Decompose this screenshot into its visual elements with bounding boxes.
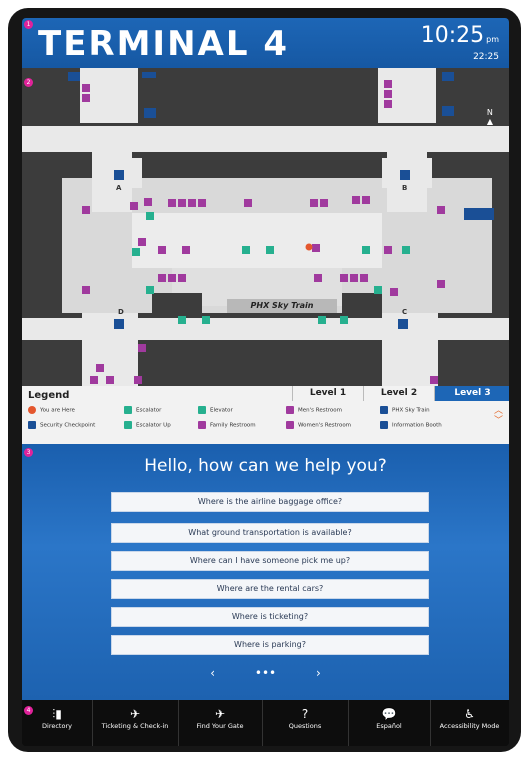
ticketing-icon: ✈︎ bbox=[129, 707, 141, 721]
gate-label-b: B bbox=[402, 184, 408, 192]
map-drawing bbox=[22, 68, 509, 408]
nav-accessibility-button[interactable]: ♿ Accessibility Mode bbox=[430, 700, 509, 746]
legend-item-information-booth: Information Booth bbox=[380, 421, 442, 429]
nav-accessibility-label: Accessibility Mode bbox=[439, 722, 500, 730]
gate-label-d: D bbox=[118, 308, 124, 316]
question-button-baggage-office[interactable]: Where is the airline baggage office? bbox=[111, 492, 429, 512]
map-upper-hall bbox=[22, 126, 509, 152]
airplane-icon: ✈ bbox=[214, 707, 226, 721]
kiosk-screen: TERMINAL 4 10:25 pm 22:25 1 A B C D N ▲ … bbox=[22, 18, 509, 746]
tab-level-2[interactable]: Level 2 bbox=[363, 386, 434, 401]
clock-time: 10:25 bbox=[420, 23, 485, 48]
legend-item-elevator: Elevator bbox=[198, 406, 233, 414]
nav-directory-button[interactable]: ⫶▮ Directory bbox=[22, 700, 93, 746]
question-button-parking[interactable]: Where is parking? bbox=[111, 635, 429, 655]
help-panel: Hello, how can we help you? Where is the… bbox=[22, 444, 509, 700]
nav-find-gate-label: Find Your Gate bbox=[196, 722, 244, 730]
womens-restroom-icon bbox=[286, 421, 294, 429]
escalator-up-icon bbox=[124, 421, 132, 429]
page-title: TERMINAL 4 bbox=[38, 24, 290, 64]
prev-page-icon[interactable]: ‹ bbox=[210, 666, 215, 680]
nav-espanol-button[interactable]: 💬 Español bbox=[348, 700, 431, 746]
clock: 10:25 pm 22:25 bbox=[420, 23, 499, 63]
question-button-ground-transportation[interactable]: What ground transportation is available? bbox=[111, 523, 429, 543]
question-button-pick-up[interactable]: Where can I have someone pick me up? bbox=[111, 551, 429, 571]
north-label: N bbox=[486, 108, 493, 117]
tab-level-1[interactable]: Level 1 bbox=[292, 386, 363, 401]
nav-ticketing-label: Ticketing & Check-in bbox=[101, 722, 169, 730]
question-pager: ‹ ••• › bbox=[22, 666, 509, 680]
accessibility-icon: ♿ bbox=[464, 707, 475, 721]
question-icon: ? bbox=[301, 707, 309, 721]
nav-find-gate-button[interactable]: ✈ Find Your Gate bbox=[178, 700, 263, 746]
north-indicator: N ▲ bbox=[487, 108, 493, 126]
pin-icon bbox=[28, 406, 36, 414]
chevron-down-icon[interactable]: ﹀ bbox=[494, 416, 503, 426]
mens-restroom-icon bbox=[286, 406, 294, 414]
legend-item-womens-restroom: Women's Restroom bbox=[286, 421, 351, 429]
elevator-icon bbox=[198, 406, 206, 414]
legend-title: Legend bbox=[28, 390, 70, 401]
nav-questions-button[interactable]: ? Questions bbox=[262, 700, 349, 746]
terminal-map[interactable]: A B C D N ▲ PHX Sky Train bbox=[22, 68, 509, 408]
legend-item-mens-restroom: Men's Restroom bbox=[286, 406, 342, 414]
question-button-ticketing[interactable]: Where is ticketing? bbox=[111, 607, 429, 627]
language-icon: 💬 bbox=[381, 707, 397, 721]
info-icon bbox=[380, 421, 388, 429]
chevron-up-icon[interactable]: ︿ bbox=[494, 406, 503, 416]
legend-item-security: Security Checkpoint bbox=[28, 421, 95, 429]
security-icon bbox=[28, 421, 36, 429]
sky-train-station-label: PHX Sky Train bbox=[227, 299, 337, 313]
header-bar: TERMINAL 4 10:25 pm 22:25 bbox=[22, 18, 509, 68]
clock-ampm: pm bbox=[486, 35, 499, 44]
nav-espanol-label: Español bbox=[376, 722, 402, 730]
nav-directory-label: Directory bbox=[42, 722, 72, 730]
legend-item-escalator: Escalator bbox=[124, 406, 161, 414]
help-heading: Hello, how can we help you? bbox=[144, 456, 387, 476]
family-restroom-icon bbox=[198, 421, 206, 429]
callout-marker-4: 4 bbox=[24, 706, 33, 715]
page-dots: ••• bbox=[254, 666, 277, 680]
clock-24h: 22:25 bbox=[473, 52, 499, 62]
question-button-rental-cars[interactable]: Where are the rental cars? bbox=[111, 579, 429, 599]
train-icon bbox=[380, 406, 388, 414]
nav-questions-label: Questions bbox=[288, 722, 322, 730]
gate-label-a: A bbox=[116, 184, 122, 192]
north-arrow-icon: ▲ bbox=[486, 117, 493, 126]
nav-ticketing-button[interactable]: ✈︎ Ticketing & Check-in bbox=[92, 700, 179, 746]
legend-item-family-restroom: Family Restroom bbox=[198, 421, 256, 429]
bottom-nav: ⫶▮ Directory ✈︎ Ticketing & Check-in ✈ F… bbox=[22, 700, 509, 746]
legend-scroll-arrows[interactable]: ︿ ﹀ bbox=[494, 406, 503, 426]
callout-marker-2: 2 bbox=[24, 78, 33, 87]
callout-marker-1: 1 bbox=[24, 20, 33, 29]
gate-label-c: C bbox=[402, 308, 408, 316]
callout-marker-3: 3 bbox=[24, 448, 33, 457]
you-are-here-marker bbox=[305, 243, 313, 251]
next-page-icon[interactable]: › bbox=[316, 666, 321, 680]
map-legend: Legend Level 1 Level 2 Level 3 You are H… bbox=[22, 386, 509, 444]
legend-item-you-are-here: You are Here bbox=[28, 406, 75, 414]
tab-level-3[interactable]: Level 3 bbox=[434, 386, 509, 401]
escalator-icon bbox=[124, 406, 132, 414]
legend-item-escalator-up: Escalator Up bbox=[124, 421, 171, 429]
legend-item-sky-train: PHX Sky Train bbox=[380, 406, 430, 414]
